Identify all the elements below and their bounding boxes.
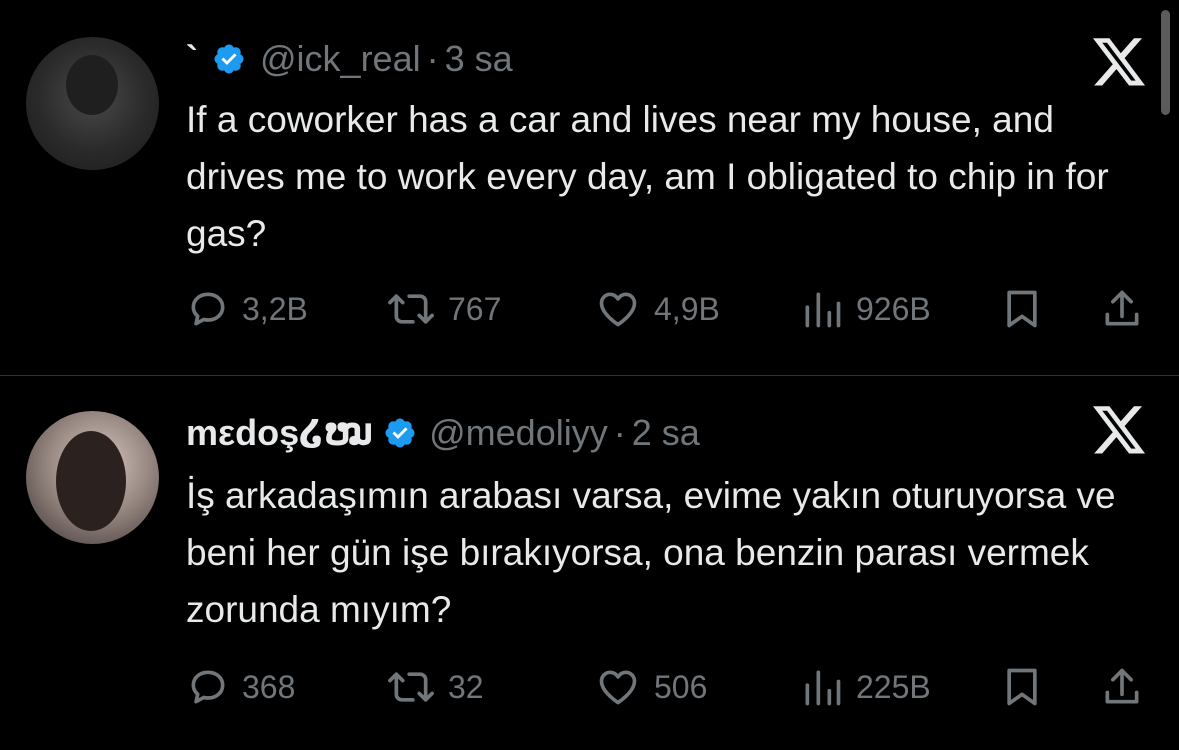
- tweet-text: İş arkadaşımın arabası varsa, evime yakı…: [186, 475, 1116, 630]
- retweet-count: 32: [448, 668, 484, 705]
- x-logo-icon: [1093, 38, 1146, 86]
- handle[interactable]: @medoliyy: [429, 412, 608, 454]
- handle[interactable]: @ick_real: [260, 38, 421, 80]
- reply-button[interactable]: 3,2B: [186, 284, 308, 334]
- avatar[interactable]: [26, 37, 159, 170]
- reply-icon: [191, 670, 225, 704]
- views-count: 926B: [856, 290, 931, 327]
- timestamp[interactable]: 2 sa: [632, 412, 700, 454]
- like-button[interactable]: 4,9B: [594, 284, 720, 334]
- retweet-button[interactable]: 32: [386, 662, 484, 712]
- display-name[interactable]: `: [186, 38, 198, 80]
- verified-badge-icon: [385, 418, 415, 448]
- views-button[interactable]: 926B: [800, 284, 931, 334]
- x-logo-icon: [1093, 406, 1146, 454]
- avatar-silhouette: [56, 431, 126, 531]
- retweet-icon: [388, 294, 434, 324]
- bookmark-button[interactable]: [1000, 284, 1044, 334]
- tweet-text: If a coworker has a car and lives near m…: [186, 99, 1109, 254]
- avatar[interactable]: [26, 411, 159, 544]
- verified-badge-icon: [214, 44, 244, 74]
- like-count: 506: [654, 668, 708, 705]
- share-button[interactable]: [1100, 662, 1144, 712]
- views-button[interactable]: 225B: [800, 662, 931, 712]
- like-count: 4,9B: [654, 290, 720, 327]
- action-bar: 3,2B 767 4,9B 926B: [186, 284, 1146, 334]
- tweet-1[interactable]: ` @ick_real · 3 sa If a coworker has a c…: [0, 0, 1179, 375]
- share-button[interactable]: [1100, 284, 1144, 334]
- timestamp[interactable]: 3 sa: [445, 38, 513, 80]
- views-chart-icon: [805, 292, 841, 328]
- bookmark-button[interactable]: [1000, 662, 1044, 712]
- avatar-silhouette: [66, 55, 118, 115]
- separator-dot: ·: [426, 38, 439, 79]
- retweet-button[interactable]: 767: [386, 284, 501, 334]
- bookmark-icon: [1007, 668, 1037, 706]
- like-button[interactable]: 506: [594, 662, 707, 712]
- heart-icon: [599, 292, 637, 327]
- action-bar: 368 32 506 225B: [186, 662, 1146, 712]
- separator-dot: ·: [613, 412, 626, 453]
- bookmark-icon: [1007, 290, 1037, 328]
- tweet-header: mεdoş໒ໝ @medoliyy · 2 sa: [186, 408, 700, 458]
- reply-button[interactable]: 368: [186, 662, 295, 712]
- reply-count: 368: [242, 668, 296, 705]
- tweet-header: ` @ick_real · 3 sa: [186, 34, 513, 84]
- views-chart-icon: [805, 670, 841, 706]
- display-name[interactable]: mεdoş໒ໝ: [186, 412, 373, 454]
- reply-count: 3,2B: [242, 290, 308, 327]
- share-icon: [1105, 290, 1139, 326]
- retweet-count: 767: [448, 290, 502, 327]
- reply-icon: [191, 292, 225, 326]
- share-icon: [1105, 668, 1139, 704]
- retweet-icon: [388, 672, 434, 702]
- tweet-2[interactable]: mεdoş໒ໝ @medoliyy · 2 sa İş arkadaşımın …: [0, 376, 1179, 750]
- scrollbar[interactable]: [1161, 10, 1170, 115]
- heart-icon: [599, 670, 637, 705]
- views-count: 225B: [856, 668, 931, 705]
